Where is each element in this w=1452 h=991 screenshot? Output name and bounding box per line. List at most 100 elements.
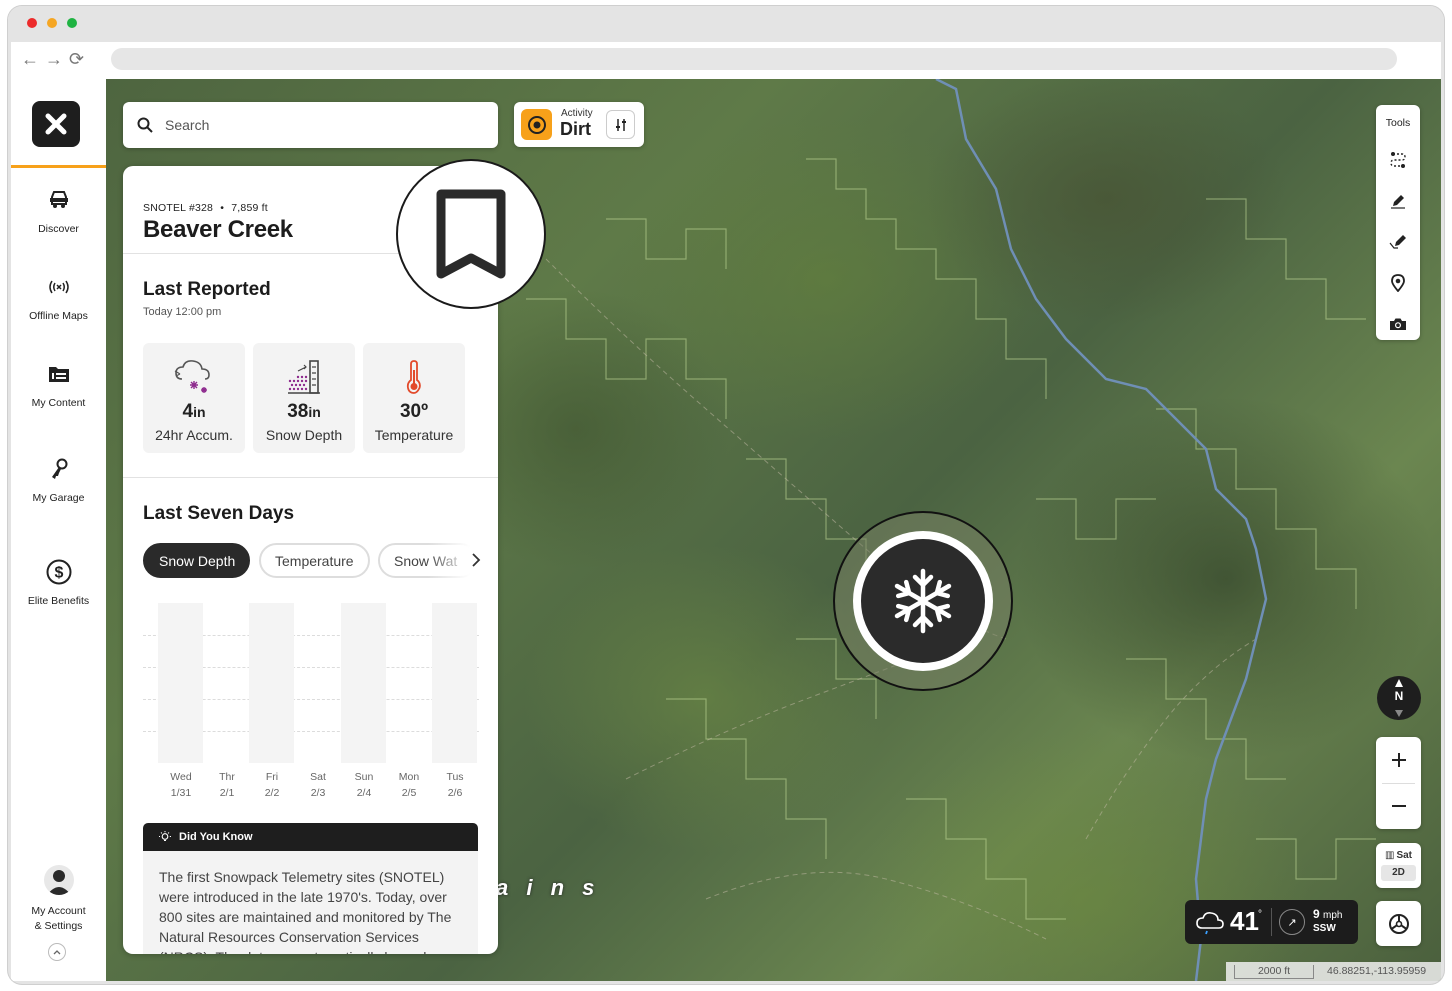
last-reported-time: Today 12:00 pm (143, 306, 222, 318)
last-reported-title: Last Reported (143, 279, 271, 300)
sidebar-item-offline-maps[interactable]: Offline Maps (11, 273, 106, 324)
did-you-know-title: Did You Know (179, 831, 253, 843)
app: Discover Offline Maps My Content My Gara… (11, 79, 1441, 981)
address-bar[interactable] (111, 48, 1397, 70)
marker-inner (861, 539, 985, 663)
compass-north-arrow-icon (1395, 679, 1403, 687)
sidebar-item-label: My Content (31, 397, 86, 409)
folder-icon (11, 360, 106, 388)
day-name: Mon (398, 771, 420, 783)
day-label-3: Sat 2/3 (295, 769, 341, 801)
day-label-5: Mon 2/5 (386, 769, 432, 801)
stat-number: 30º (399, 401, 429, 422)
day-label-0: Wed 1/31 (158, 769, 204, 801)
sidebar-item-label: Offline Maps (29, 310, 88, 322)
tab-temperature[interactable]: Temperature (259, 543, 370, 578)
sidebar-item-my-garage[interactable]: My Garage (11, 455, 106, 506)
weather-divider (1271, 908, 1272, 936)
waypoint-tool-button[interactable] (1376, 268, 1420, 298)
route-tool-button[interactable] (1376, 145, 1420, 175)
sidebar-item-label: My Garage (32, 492, 85, 504)
day-name: Wed (170, 771, 192, 783)
compass-button[interactable]: N (1377, 676, 1421, 720)
day-date: 2/6 (447, 787, 463, 799)
station-elevation: 7,859 ft (231, 202, 268, 214)
sidebar-item-discover[interactable]: Discover (11, 186, 106, 237)
day-name: Tus (446, 771, 464, 783)
weather-widget[interactable]: 41 ° ↗ 9 mph SSW (1185, 900, 1358, 944)
snowflake-icon (894, 568, 952, 634)
activity-selector[interactable]: Activity Dirt (514, 102, 644, 147)
day-name: Thr (219, 771, 235, 783)
reload-icon[interactable]: ⟳ (69, 50, 84, 68)
activity-filter-button[interactable] (606, 110, 635, 139)
tabs-fade (428, 542, 498, 580)
search-bar[interactable]: Search (123, 102, 498, 148)
locate-button[interactable] (1376, 901, 1421, 946)
minus-icon (1391, 805, 1406, 807)
map-layers-icon: ▥ (1384, 850, 1395, 861)
area-tool-button[interactable] (1376, 227, 1420, 257)
stat-temperature: 30º Temperature (363, 343, 465, 453)
maximize-window-button[interactable] (67, 18, 77, 28)
map-place-label: a i n s (496, 875, 601, 900)
pencil-icon (1391, 195, 1405, 209)
draw-tool-button[interactable] (1376, 186, 1420, 216)
day-date: 2/3 (310, 787, 326, 799)
snow-depth-icon (253, 355, 355, 399)
cloud-rain-icon (1196, 912, 1224, 935)
route-icon (1390, 152, 1406, 168)
stat-value: 30º (363, 401, 465, 423)
did-you-know-card: Did You Know The first Snowpack Telemetr… (143, 823, 478, 954)
photo-tool-button[interactable] (1376, 309, 1420, 339)
account-label-line-1: My Account (31, 905, 86, 917)
tools-panel: Tools (1376, 105, 1420, 340)
jeep-icon (11, 186, 106, 214)
station-subtitle: SNOTEL #328 • 7,859 ft (143, 202, 268, 214)
close-window-button[interactable] (27, 18, 37, 28)
zoom-controls (1376, 737, 1421, 829)
forward-arrow-icon[interactable]: → (45, 50, 63, 68)
browser-window: ← → ⟳ Discover Offline Maps My Content M… (8, 6, 1444, 984)
tab-snow-depth[interactable]: Snow Depth (143, 543, 250, 578)
dollar-icon: $ (11, 558, 106, 586)
browser-toolbar: ← → ⟳ (11, 42, 1441, 79)
day-label-1: Thr 2/1 (204, 769, 250, 801)
avatar (43, 865, 74, 895)
map-layer-button[interactable]: ▥ Sat 2D (1376, 843, 1421, 888)
sidebar-item-elite-benefits[interactable]: $ Elite Benefits (11, 558, 106, 609)
wind-speed: 9 mph (1313, 907, 1342, 921)
bookmark-icon (436, 189, 506, 279)
stat-label: Snow Depth (265, 427, 343, 443)
close-panel-button[interactable] (32, 101, 80, 147)
active-indicator (11, 165, 106, 168)
zoom-in-button[interactable] (1376, 737, 1421, 783)
chevron-right-icon[interactable] (471, 553, 481, 567)
plus-icon (1391, 753, 1406, 767)
minimize-window-button[interactable] (47, 18, 57, 28)
day-name: Fri (265, 771, 279, 783)
day-date: 2/2 (264, 787, 280, 799)
wind-speed-value: 9 (1313, 907, 1320, 921)
compass-label: N (1394, 689, 1404, 703)
day-label-2: Fri 2/2 (249, 769, 295, 801)
did-you-know-header: Did You Know (143, 823, 478, 851)
bookmark-button[interactable] (396, 159, 546, 309)
steering-wheel-icon (1388, 913, 1409, 934)
x-icon (45, 113, 67, 135)
sidebar-item-my-content[interactable]: My Content (11, 360, 106, 411)
sidebar-item-account[interactable]: My Account & Settings (11, 865, 106, 934)
search-input[interactable]: Search (165, 117, 209, 133)
day-label-4: Sun 2/4 (341, 769, 387, 801)
day-name: Sat (310, 771, 326, 783)
collapse-sidebar-button[interactable] (48, 943, 66, 961)
pin-icon (1391, 274, 1405, 292)
stat-unit: in (308, 404, 321, 420)
snotel-station-marker[interactable] (833, 511, 1013, 691)
back-arrow-icon[interactable]: ← (21, 50, 39, 68)
zoom-out-button[interactable] (1376, 783, 1421, 829)
weather-degree: ° (1258, 909, 1262, 920)
stat-number: 38 (287, 401, 309, 422)
stat-value: 38in (253, 401, 355, 423)
broadcast-icon (11, 273, 106, 301)
